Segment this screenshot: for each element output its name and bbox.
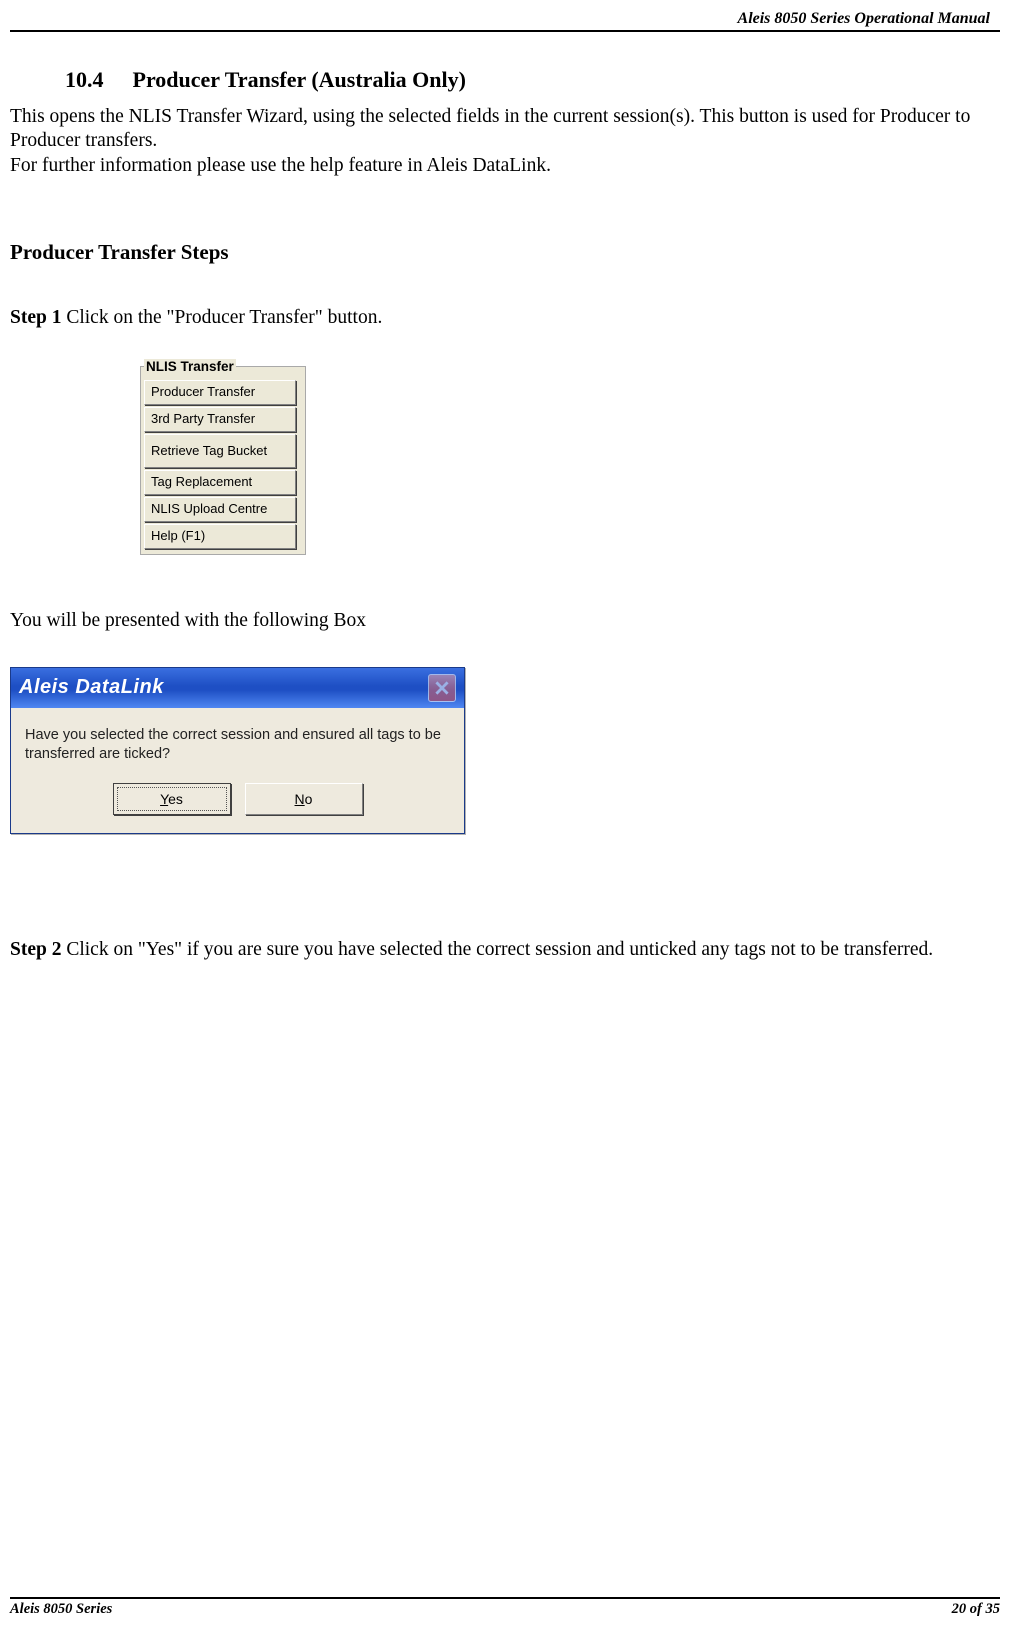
dialog-body: Have you selected the correct session an… bbox=[11, 708, 464, 833]
third-party-transfer-button[interactable]: 3rd Party Transfer bbox=[144, 407, 296, 432]
section-heading: 10.4 Producer Transfer (Australia Only) bbox=[65, 67, 1000, 93]
footer-left: Aleis 8050 Series bbox=[10, 1601, 112, 1618]
nlis-transfer-panel: NLIS Transfer Producer Transfer 3rd Part… bbox=[140, 359, 306, 555]
nlis-fieldset: NLIS Transfer Producer Transfer 3rd Part… bbox=[140, 359, 306, 555]
help-button[interactable]: Help (F1) bbox=[144, 524, 296, 549]
tag-replacement-button[interactable]: Tag Replacement bbox=[144, 470, 296, 495]
section-title: Producer Transfer (Australia Only) bbox=[133, 67, 466, 92]
subheading: Producer Transfer Steps bbox=[10, 240, 1000, 265]
nlis-legend: NLIS Transfer bbox=[144, 359, 236, 374]
footer: Aleis 8050 Series 20 of 35 bbox=[10, 1597, 1000, 1618]
intro-paragraph-1: This opens the NLIS Transfer Wizard, usi… bbox=[10, 105, 1000, 154]
confirm-dialog: Aleis DataLink Have you selected the cor… bbox=[10, 667, 465, 834]
footer-right: 20 of 35 bbox=[952, 1601, 1000, 1618]
intro-paragraph-2: For further information please use the h… bbox=[10, 154, 1000, 178]
step-2-label: Step 2 bbox=[10, 939, 61, 960]
retrieve-tag-bucket-button[interactable]: Retrieve Tag Bucket bbox=[144, 434, 296, 468]
step-1: Step 1 Click on the "Producer Transfer" … bbox=[10, 307, 1000, 329]
nlis-upload-centre-button[interactable]: NLIS Upload Centre bbox=[144, 497, 296, 522]
step-2: Step 2 Click on "Yes" if you are sure yo… bbox=[10, 939, 1000, 961]
no-button[interactable]: No bbox=[245, 783, 363, 815]
step-1-label: Step 1 bbox=[10, 307, 61, 328]
dialog-message: Have you selected the correct session an… bbox=[25, 726, 450, 765]
producer-transfer-button[interactable]: Producer Transfer bbox=[144, 380, 296, 405]
header-title: Aleis 8050 Series Operational Manual bbox=[10, 10, 1000, 32]
mid-text: You will be presented with the following… bbox=[10, 610, 1000, 632]
dialog-title: Aleis DataLink bbox=[19, 676, 164, 699]
section-number: 10.4 bbox=[65, 67, 127, 93]
step-2-text: Click on "Yes" if you are sure you have … bbox=[61, 939, 933, 960]
dialog-titlebar: Aleis DataLink bbox=[11, 668, 464, 708]
step-1-text: Click on the "Producer Transfer" button. bbox=[61, 307, 382, 328]
yes-button[interactable]: Yes bbox=[113, 783, 231, 815]
close-icon[interactable] bbox=[428, 674, 456, 702]
